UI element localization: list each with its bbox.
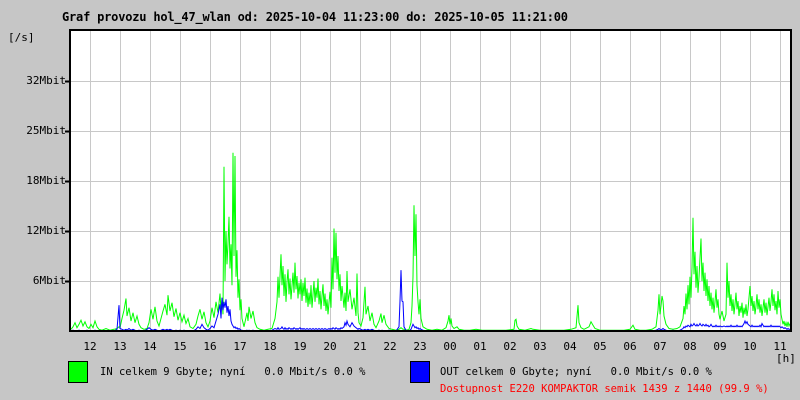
x-tick-label: 07 [653,340,667,353]
y-axis-unit-label: [/s] [8,31,35,44]
page-title: Graf provozu hol_47_wlan od: 2025-10-04 … [62,10,568,24]
x-tick-label: 04 [563,340,577,353]
x-tick-label: 06 [623,340,637,353]
x-tick-label: 15 [173,340,187,353]
x-axis-unit-label: [h] [776,352,796,365]
y-tick-label: 25Mbit [26,124,66,137]
x-tick-label: 03 [533,340,547,353]
x-tick-label: 10 [743,340,757,353]
x-tick-label: 20 [323,340,337,353]
x-tick-label: 02 [503,340,517,353]
x-tick-label: 12 [83,340,97,353]
x-tick-label: 23 [413,340,427,353]
x-tick-label: 11 [773,340,787,353]
x-tick-label: 19 [293,340,307,353]
x-tick-label: 13 [113,340,127,353]
y-tick-label: 18Mbit [26,174,66,187]
legend-in-swatch [68,361,88,383]
x-tick-label: 16 [203,340,217,353]
x-tick-label: 01 [473,340,487,353]
x-tick-label: 09 [713,340,727,353]
x-tick-label: 22 [383,340,397,353]
x-tick-label: 05 [593,340,607,353]
y-tick-label: 32Mbit [26,74,66,87]
x-tick-label: 00 [443,340,457,353]
x-tick-label: 14 [143,340,157,353]
legend-in-label: IN celkem 9 Gbyte; nyní 0.0 Mbit/s 0.0 % [100,366,366,378]
legend-out-label: OUT celkem 0 Gbyte; nyní 0.0 Mbit/s 0.0 … [440,366,712,378]
x-tick-label: 21 [353,340,367,353]
y-tick-label: 12Mbit [26,224,66,237]
availability-status-label: Dostupnost E220 KOMPAKTOR semik 1439 z 1… [440,383,769,395]
plot-background [70,30,791,331]
legend-out-swatch [410,361,430,383]
y-tick-label: 6Mbit [32,274,66,287]
x-tick-label: 17 [233,340,247,353]
x-tick-label: 08 [683,340,697,353]
x-tick-label: 18 [263,340,277,353]
mrtg-graph-page: Graf provozu hol_47_wlan od: 2025-10-04 … [0,0,800,400]
